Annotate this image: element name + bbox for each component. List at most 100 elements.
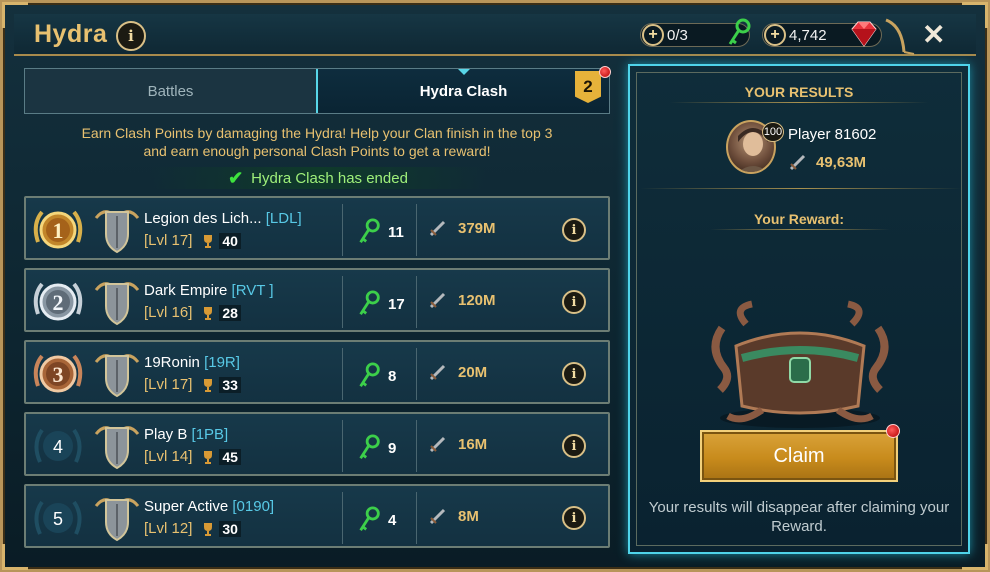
clan-row[interactable]: 3 19Ronin [19R] [Lvl 17] 33 8 20M i (24, 340, 610, 404)
claim-button[interactable]: Claim (700, 430, 898, 482)
sword-icon (429, 220, 446, 237)
keys-value: 9 (388, 439, 397, 457)
clan-row[interactable]: 5 Super Active [0190] [Lvl 12] 30 4 8M i (24, 484, 610, 548)
description-line-2: and earn enough personal Clash Points to… (143, 143, 491, 159)
active-tab-indicator (457, 69, 470, 75)
keys-used: 11 (356, 218, 404, 246)
clan-shield-icon (94, 498, 140, 542)
damage-dealt: 8M (428, 506, 479, 526)
clan-name-text: Dark Empire (144, 282, 228, 299)
description-line-1: Earn Clash Points by damaging the Hydra!… (81, 125, 553, 141)
damage-value: 379M (458, 219, 496, 237)
row-divider (416, 492, 417, 544)
clan-level-row: [Lvl 17] 40 (144, 232, 241, 249)
hydra-chest-icon (711, 300, 889, 428)
status-text: Hydra Clash has ended (251, 169, 408, 187)
results-heading: YOUR RESULTS (744, 84, 854, 100)
clan-name: Play B [1PB] (144, 426, 228, 443)
sword-icon (789, 154, 806, 171)
add-gems-button[interactable]: + (764, 24, 786, 46)
damage-dealt: 120M (428, 290, 496, 310)
rank-laurel-icon: 5 (34, 500, 82, 535)
clan-level-row: [Lvl 12] 30 (144, 520, 241, 537)
clan-level: [Lvl 12] (144, 520, 193, 537)
player-damage: 49,63M (788, 152, 866, 172)
status-banner: ✔ Hydra Clash has ended (150, 167, 486, 189)
clan-tag: [1PB] (191, 426, 229, 443)
trophy-icon (204, 450, 213, 464)
trophy-count: 40 (219, 232, 241, 249)
clan-name: Super Active [0190] (144, 498, 274, 515)
reward-heading-underline (710, 229, 890, 230)
key-icon (359, 218, 380, 244)
clan-shield-icon (94, 426, 140, 470)
trophy-icon (204, 522, 213, 536)
clan-tag: [LDL] (265, 210, 302, 227)
tab-battles[interactable]: Battles (25, 69, 316, 113)
sword-icon (429, 436, 446, 453)
player-damage-value: 49,63M (816, 153, 867, 171)
bow-ornament-icon (885, 18, 915, 55)
rank-laurel-icon: 4 (34, 428, 82, 463)
keys-value: 11 (388, 223, 404, 241)
keys-used: 17 (356, 290, 405, 318)
key-icon (359, 506, 380, 532)
row-divider (342, 492, 343, 544)
tab-hydra-clash[interactable]: Hydra Clash 2 (316, 69, 609, 113)
clan-tag: [19R] (204, 354, 240, 371)
row-divider (416, 204, 417, 256)
clan-name-text: Super Active (144, 498, 229, 515)
damage-dealt: 20M (428, 362, 487, 382)
rank-number: 5 (53, 509, 63, 529)
clan-name: Dark Empire [RVT ] (144, 282, 274, 299)
gems-value: 4,742 (789, 26, 827, 44)
rank-number: 3 (53, 362, 64, 387)
clan-name-text: Play B (144, 426, 188, 443)
clan-name: 19Ronin [19R] (144, 354, 240, 371)
damage-dealt: 379M (428, 218, 496, 238)
clan-info-icon[interactable]: i (562, 218, 586, 242)
clan-shield-icon (94, 210, 140, 254)
clan-info-icon[interactable]: i (562, 434, 586, 458)
sword-icon (429, 508, 446, 525)
clan-tag: [RVT ] (231, 282, 274, 299)
clan-level: [Lvl 14] (144, 448, 193, 465)
heading-underline (670, 102, 928, 103)
rank-number: 4 (53, 437, 63, 457)
damage-value: 16M (458, 435, 488, 453)
clash-description: Earn Clash Points by damaging the Hydra!… (24, 124, 610, 160)
clan-info-icon[interactable]: i (562, 506, 586, 530)
add-keys-button[interactable]: + (642, 24, 664, 46)
tab-battles-label: Battles (147, 82, 194, 100)
reward-heading: Your Reward: (754, 211, 844, 227)
results-note: Your results will disappear after claimi… (648, 499, 950, 535)
row-divider (342, 204, 343, 256)
trophy-icon (204, 378, 213, 392)
clan-name: Legion des Lich... [LDL] (144, 210, 302, 227)
rank-number: 1 (53, 218, 64, 243)
trophy-icon (204, 234, 213, 248)
frame-corner-ornament (2, 544, 28, 570)
clan-info-icon[interactable]: i (562, 290, 586, 314)
clan-row[interactable]: 4 Play B [1PB] [Lvl 14] 45 9 16M i (24, 412, 610, 476)
close-button[interactable]: ✕ (922, 20, 945, 50)
damage-value: 120M (458, 291, 496, 309)
tab-hydra-clash-label: Hydra Clash (419, 82, 508, 100)
header-bar: Hydra i + 0/3 + 4,742 ✕ (14, 14, 976, 56)
clan-info-icon[interactable]: i (562, 362, 586, 386)
trophy-count: 45 (219, 448, 241, 465)
rank-number: 2 (53, 290, 64, 315)
rank-1-medal-icon: 1 (33, 210, 83, 249)
keys-used: 8 (356, 362, 396, 390)
clan-row[interactable]: 1 Legion des Lich... [LDL] [Lvl 17] 40 1… (24, 196, 610, 260)
gem-icon (851, 21, 877, 47)
damage-dealt: 16M (428, 434, 487, 454)
clan-row[interactable]: 2 Dark Empire [RVT ] [Lvl 16] 28 17 120M… (24, 268, 610, 332)
new-alert-dot (599, 66, 611, 78)
sword-icon (429, 292, 446, 309)
tab-bar: Battles Hydra Clash 2 (24, 68, 610, 114)
info-icon[interactable]: i (116, 21, 146, 51)
player-level-badge: 100 (762, 122, 784, 142)
check-icon: ✔ (228, 167, 244, 188)
keys-value: 17 (388, 295, 405, 313)
